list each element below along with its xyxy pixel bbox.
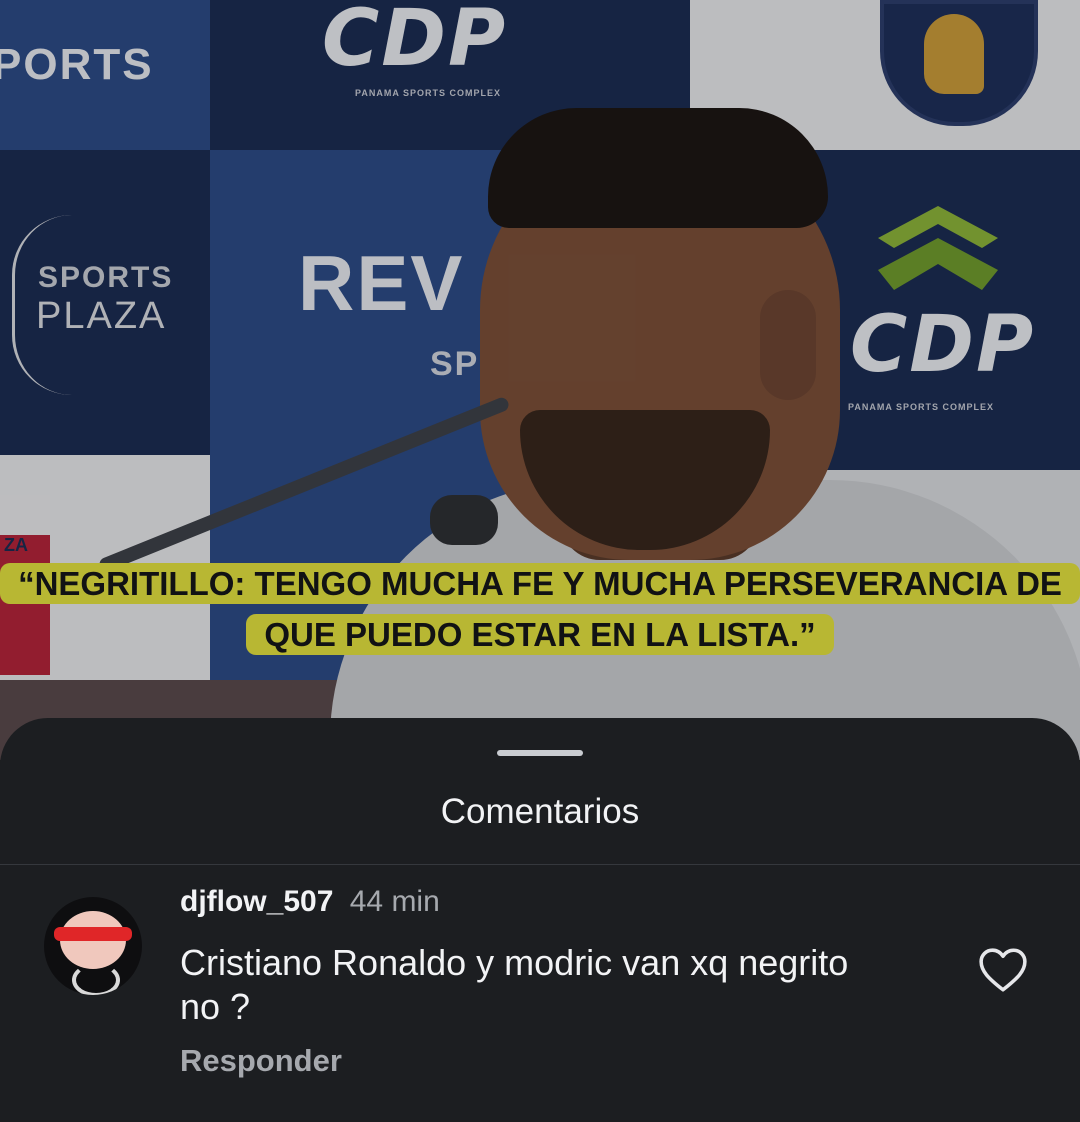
video-caption: “NEGRITILLO: TENGO MUCHA FE Y MUCHA PERS… — [0, 558, 1080, 660]
heart-outline-icon[interactable] — [978, 947, 1028, 993]
comment-item: djflow_507 44 min Cristiano Ronaldo y mo… — [0, 865, 1080, 1122]
caption-text: “NEGRITILLO: TENGO MUCHA FE Y MUCHA PERS… — [0, 563, 1080, 655]
comment-author[interactable]: djflow_507 — [180, 885, 333, 918]
avatar[interactable] — [44, 897, 142, 995]
comment-time: 44 min — [349, 885, 440, 918]
sheet-drag-handle[interactable] — [497, 750, 583, 756]
video-player[interactable]: PORTS CDP PANAMA SPORTS COMPLEX SPORTS P… — [0, 0, 1080, 760]
reply-button[interactable]: Responder — [180, 1043, 342, 1079]
comment-meta: djflow_507 44 min — [180, 885, 440, 919]
sheet-title: Comentarios — [440, 792, 640, 831]
comments-sheet: Comentarios djflow_507 44 min Cristiano … — [0, 718, 1080, 1122]
comment-text: Cristiano Ronaldo y modric van xq negrit… — [180, 942, 849, 1027]
